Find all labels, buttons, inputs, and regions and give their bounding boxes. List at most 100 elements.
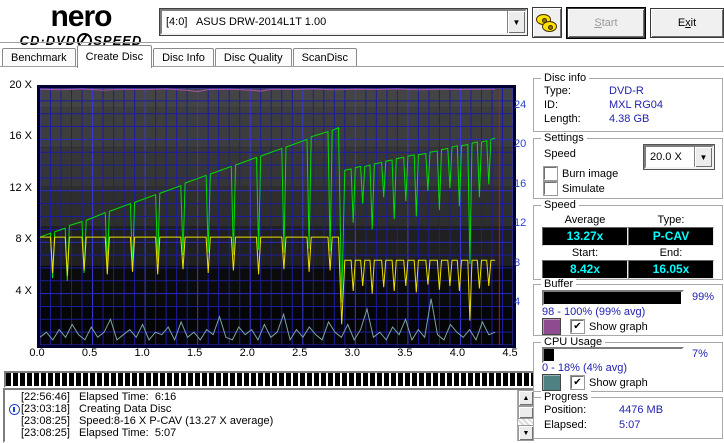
x-axis-tick: 2.0 bbox=[239, 347, 255, 359]
end-label: End: bbox=[659, 247, 683, 259]
write-progress-fill bbox=[6, 373, 533, 386]
x-axis-tick: 1.5 bbox=[187, 347, 203, 359]
progress-group: Progress Position: 4476 MB Elapsed: 5:07 bbox=[533, 391, 723, 439]
right-axis-tick: 24 bbox=[514, 98, 527, 111]
simulate-checkbox[interactable] bbox=[543, 181, 558, 196]
buffer-show-graph-label: Show graph bbox=[589, 320, 648, 333]
cpu-meter bbox=[542, 347, 684, 363]
log-scrollbar[interactable]: ▲ ▼ bbox=[517, 390, 534, 441]
left-axis-tick: 4 X bbox=[15, 284, 32, 297]
burn-discs-button[interactable] bbox=[532, 7, 562, 38]
left-axis-tick: 20 X bbox=[9, 79, 32, 91]
buffer-meter bbox=[542, 290, 684, 306]
buffer-color-swatch bbox=[542, 318, 561, 335]
burn-image-label: Burn image bbox=[562, 167, 619, 180]
type-label: Type: bbox=[657, 214, 685, 226]
settings-group: Settings Speed 20.0 X ▼ Burn image Simul… bbox=[533, 132, 723, 199]
log-row: [23:03:18] Creating Data Disc bbox=[7, 403, 517, 415]
cpu-show-graph-label: Show graph bbox=[589, 376, 648, 389]
scroll-up-icon[interactable]: ▲ bbox=[518, 390, 534, 406]
nero-cd-dvd-speed-window: { "header": { "logo_name": "nero", "logo… bbox=[0, 0, 724, 443]
log-listbox[interactable]: [22:56:46] Elapsed Time: 6:16 [23:03:18]… bbox=[3, 388, 536, 443]
position-value: 4476 MB bbox=[619, 404, 664, 416]
chevron-down-icon[interactable]: ▼ bbox=[507, 11, 525, 33]
speed-chart-svg bbox=[40, 88, 513, 345]
start-button-label: S bbox=[594, 17, 602, 29]
disc-length-value: 4.38 GB bbox=[609, 113, 650, 125]
right-axis-tick: 20 bbox=[514, 138, 527, 151]
disc-info-title: Disc info bbox=[541, 72, 590, 84]
x-axis-tick: 4.0 bbox=[449, 347, 466, 359]
simulate-label: Simulate bbox=[562, 182, 605, 195]
tab-disc-info[interactable]: Disc Info bbox=[153, 48, 214, 67]
left-axis-tick: 8 X bbox=[15, 233, 32, 246]
x-axis-tick: 2.5 bbox=[292, 347, 308, 359]
log-row: [22:56:46] Elapsed Time: 6:16 bbox=[21, 391, 177, 403]
speed-select[interactable]: 20.0 X ▼ bbox=[643, 144, 715, 170]
x-axis-tick: 3.5 bbox=[397, 347, 413, 359]
speed-chart bbox=[37, 85, 516, 348]
speed-group-title: Speed bbox=[541, 199, 579, 211]
tab-bar: Benchmark Create Disc Disc Info Disc Qua… bbox=[2, 45, 358, 68]
cpu-percent: 7% bbox=[692, 348, 708, 360]
cpu-range: 0 - 18% (4% avg) bbox=[542, 362, 627, 374]
simulate-option[interactable]: Simulate bbox=[543, 181, 605, 196]
exit-button[interactable]: Exit bbox=[650, 8, 724, 38]
disc-id-value: MXL RG04 bbox=[609, 99, 664, 111]
nero-logo-name: nero bbox=[50, 0, 112, 33]
x-axis-tick: 3.0 bbox=[344, 347, 360, 359]
log-row: [23:08:25] Elapsed Time: 5:07 bbox=[21, 427, 177, 439]
start-speed-display: 8.42x bbox=[542, 260, 628, 279]
scroll-down-icon[interactable]: ▼ bbox=[518, 425, 534, 441]
start-label: Start: bbox=[571, 247, 599, 259]
progress-group-title: Progress bbox=[541, 391, 592, 403]
log-lines: [22:56:46] Elapsed Time: 6:16 [23:03:18]… bbox=[5, 390, 517, 441]
tab-benchmark[interactable]: Benchmark bbox=[2, 48, 76, 67]
x-axis-tick: 4.5 bbox=[502, 347, 518, 359]
burn-image-option[interactable]: Burn image bbox=[543, 166, 619, 181]
speed-setting-label: Speed bbox=[544, 148, 576, 160]
buffer-show-graph-option: ✔ Show graph bbox=[542, 318, 648, 335]
burn-image-checkbox[interactable] bbox=[543, 166, 558, 181]
info-icon bbox=[8, 403, 20, 415]
x-axis-tick: 0.0 bbox=[29, 347, 45, 359]
tab-scandisc[interactable]: ScanDisc bbox=[292, 48, 358, 67]
drive-selector-value: [4:0] ASUS DRW-2014L1T 1.00 bbox=[166, 16, 327, 28]
cpu-color-swatch bbox=[542, 374, 561, 391]
tab-create-disc[interactable]: Create Disc bbox=[76, 45, 153, 68]
drive-selector[interactable]: [4:0] ASUS DRW-2014L1T 1.00 ▼ bbox=[159, 8, 528, 36]
buffer-range: 98 - 100% (99% avg) bbox=[542, 306, 646, 318]
average-speed-display: 13.27x bbox=[542, 227, 628, 246]
speed-type-display: P-CAV bbox=[628, 227, 714, 246]
discs-icon bbox=[536, 13, 558, 33]
position-label: Position: bbox=[544, 404, 587, 416]
start-button[interactable]: Start bbox=[566, 7, 646, 39]
buffer-show-graph-checkbox[interactable]: ✔ bbox=[570, 319, 585, 334]
right-axis-tick: 8 bbox=[514, 256, 521, 269]
speed-select-value: 20.0 X bbox=[650, 151, 682, 163]
end-speed-display: 16.05x bbox=[628, 260, 714, 279]
log-row: [23:08:25] Speed:8-16 X P-CAV (13.27 X a… bbox=[21, 415, 274, 427]
cpu-usage-group: CPU Usage 7% 0 - 18% (4% avg) ✔ Show gra… bbox=[533, 336, 723, 392]
disc-length-label: Length: bbox=[544, 113, 581, 125]
disc-type-label: Type: bbox=[544, 85, 571, 97]
write-progress-bar bbox=[4, 371, 535, 388]
cpu-show-graph-option: ✔ Show graph bbox=[542, 374, 648, 391]
right-axis-tick: 4 bbox=[514, 296, 521, 309]
scrollbar-thumb[interactable] bbox=[518, 406, 534, 419]
settings-title: Settings bbox=[541, 132, 587, 144]
left-axis-tick: 12 X bbox=[9, 181, 32, 194]
disc-id-label: ID: bbox=[544, 99, 559, 111]
tab-disc-quality[interactable]: Disc Quality bbox=[214, 48, 292, 67]
disc-info-group: Disc info Type: DVD-R ID: MXL RG04 Lengt… bbox=[533, 72, 723, 132]
buffer-percent: 99% bbox=[692, 291, 715, 303]
elapsed-label: Elapsed: bbox=[544, 419, 587, 431]
cpu-show-graph-checkbox[interactable]: ✔ bbox=[570, 375, 585, 390]
chevron-down-icon[interactable]: ▼ bbox=[694, 147, 712, 167]
right-axis-tick: 16 bbox=[514, 177, 527, 190]
buffer-group-title: Buffer bbox=[541, 278, 577, 290]
elapsed-value: 5:07 bbox=[619, 419, 641, 431]
right-axis-tick: 12 bbox=[514, 217, 527, 230]
buffer-group: Buffer 99% 98 - 100% (99% avg) ✔ Show gr… bbox=[533, 278, 723, 336]
speed-group: Speed Average Type: 13.27x P-CAV Start: … bbox=[533, 199, 723, 280]
